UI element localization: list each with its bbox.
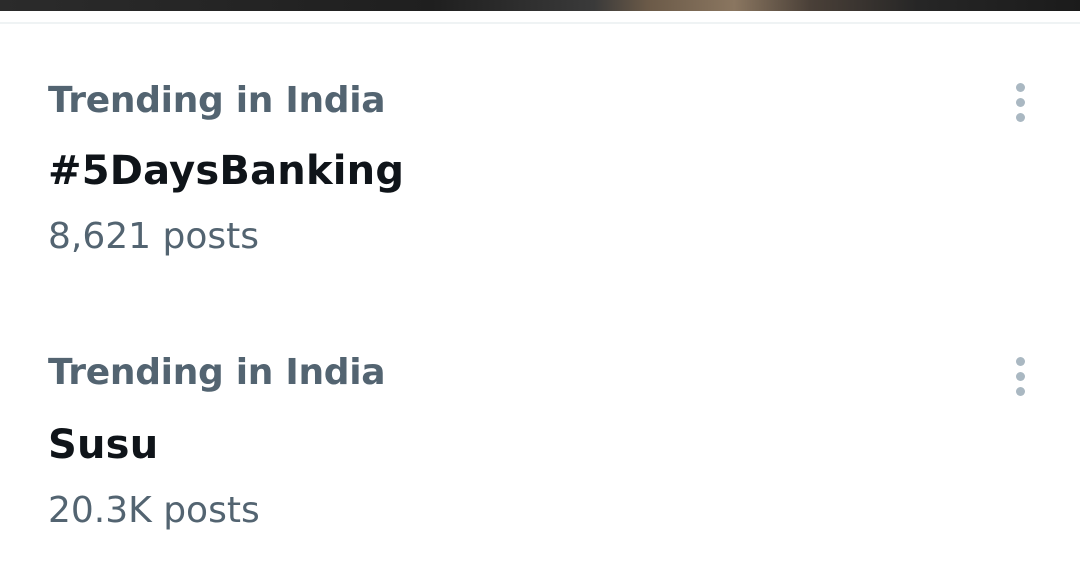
trend-item[interactable]: Trending in India #5DaysBanking 8,621 po… [0,24,1080,294]
trend-name[interactable]: #5DaysBanking [48,148,404,194]
more-vertical-icon [1015,356,1025,366]
more-options-button[interactable] [1000,80,1040,124]
more-vertical-icon [1015,112,1025,122]
more-vertical-icon [1015,97,1025,107]
more-vertical-icon [1015,82,1025,92]
trend-post-count: 20.3K posts [48,490,260,531]
trend-name[interactable]: Susu [48,422,158,468]
more-options-button[interactable] [1000,354,1040,398]
trend-context: Trending in India [48,80,386,121]
trend-post-count: 8,621 posts [48,216,260,257]
trend-item[interactable]: Trending in India Susu 20.3K posts [0,298,1080,568]
more-vertical-icon [1015,386,1025,396]
media-preview-strip[interactable] [0,0,1080,11]
trend-context: Trending in India [48,352,386,393]
more-vertical-icon [1015,371,1025,381]
